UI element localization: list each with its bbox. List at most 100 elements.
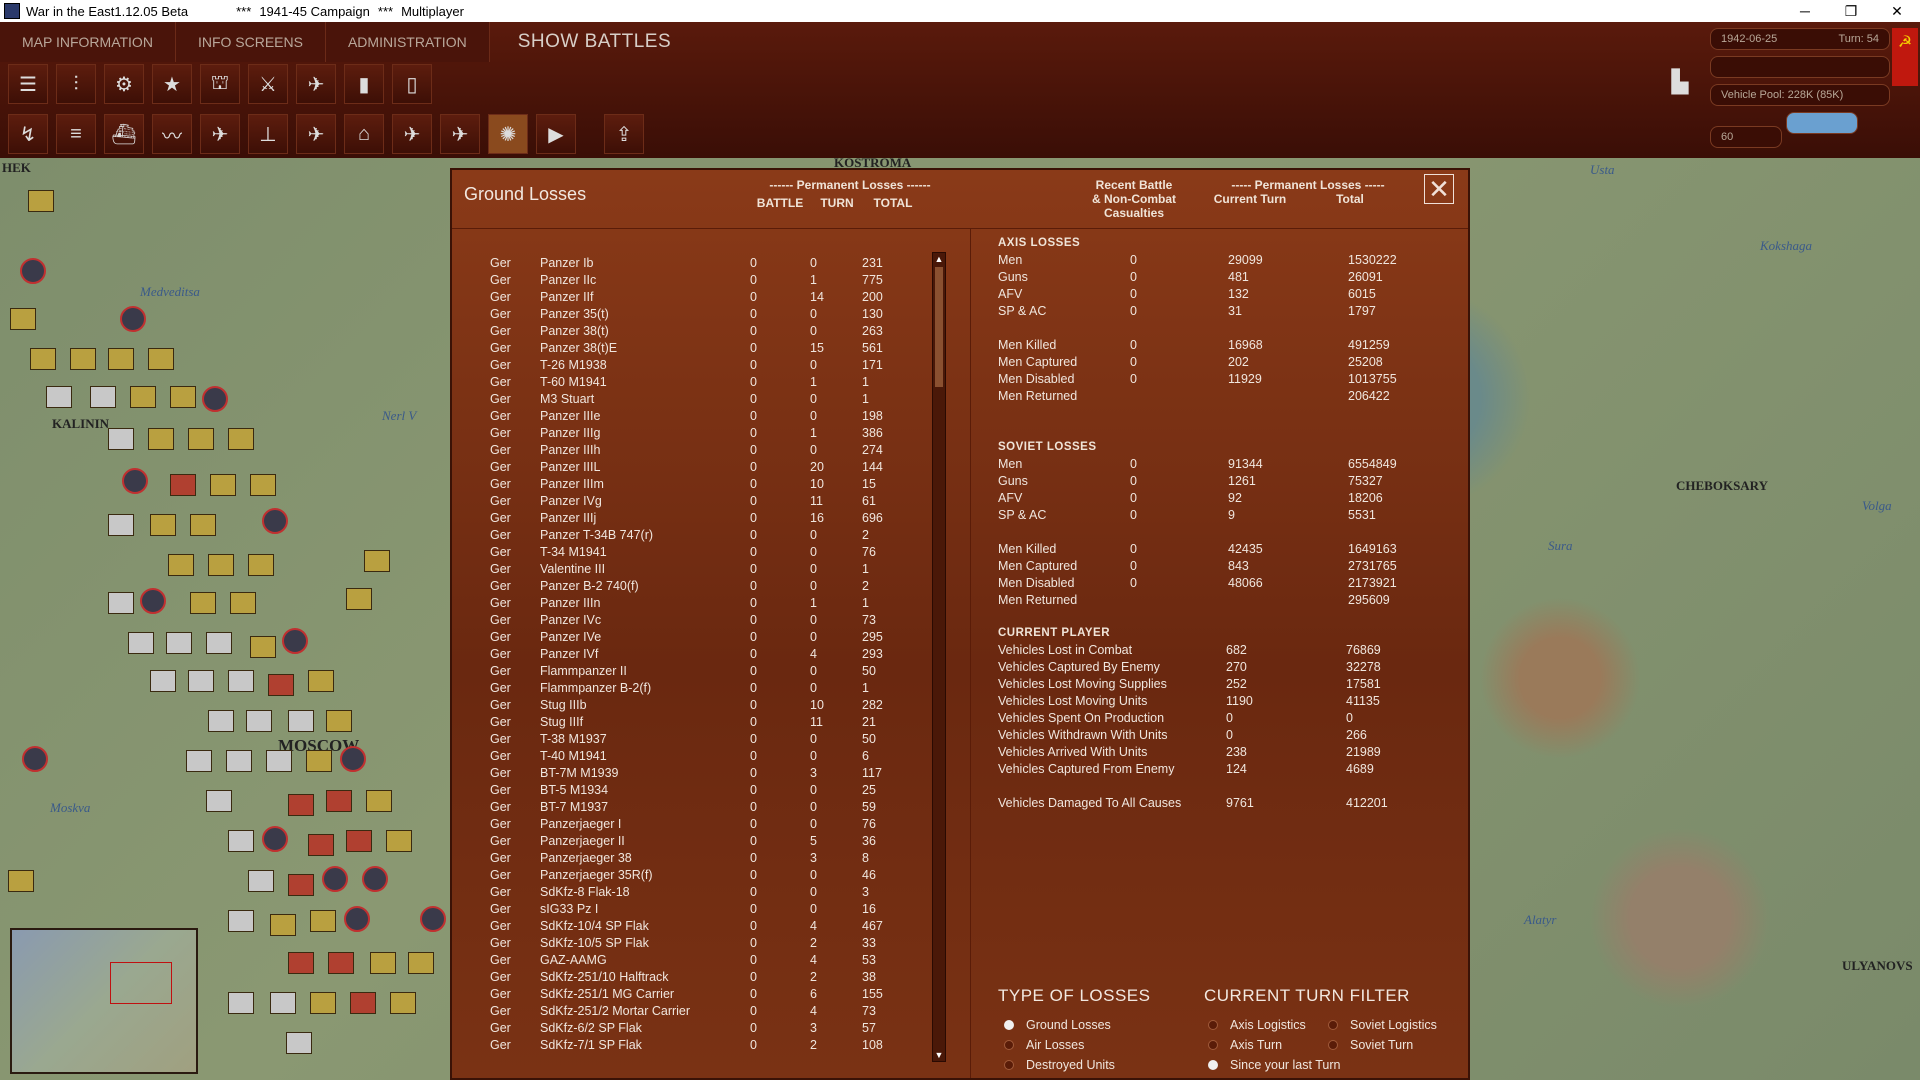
table-row[interactable]: Ger T-34 M1941 0 0 76: [490, 543, 940, 560]
soviet-unit-counter[interactable]: [128, 632, 154, 654]
soviet-unit-counter[interactable]: [208, 710, 234, 732]
german-unit-counter[interactable]: [150, 514, 176, 536]
hq-unit-marker[interactable]: [322, 866, 348, 892]
hq-icon[interactable]: ⛫: [200, 64, 240, 104]
radio-dot[interactable]: [1208, 1060, 1218, 1070]
soviet-unit-counter[interactable]: [228, 830, 254, 852]
soviet-unit-counter[interactable]: [206, 790, 232, 812]
soviet-unit-counter[interactable]: [248, 870, 274, 892]
soviet-unit-counter[interactable]: [150, 670, 176, 692]
table-row[interactable]: Ger Panzer B-2 740(f) 0 0 2: [490, 577, 940, 594]
table-row[interactable]: Ger Panzerjaeger I 0 0 76: [490, 815, 940, 832]
radio-since-last-turn[interactable]: Since your last Turn: [1208, 1058, 1340, 1072]
hq-unit-marker[interactable]: [122, 468, 148, 494]
radio-dot[interactable]: [1004, 1060, 1014, 1070]
soviet-unit-counter[interactable]: [246, 710, 272, 732]
german-unit-counter[interactable]: [148, 428, 174, 450]
soviet-unit-counter[interactable]: [228, 910, 254, 932]
german-unit-counter[interactable]: [310, 992, 336, 1014]
german-unit-counter[interactable]: [248, 554, 274, 576]
german-unit-counter[interactable]: [230, 592, 256, 614]
table-row[interactable]: Ger T-60 M1941 0 1 1: [490, 373, 940, 390]
hq-unit-marker[interactable]: [362, 866, 388, 892]
german-unit-counter[interactable]: [250, 474, 276, 496]
table-row[interactable]: Ger BT-5 M1934 0 0 25: [490, 781, 940, 798]
river-icon[interactable]: 〰: [152, 114, 192, 154]
air-attack-icon[interactable]: ✈: [200, 114, 240, 154]
table-row[interactable]: Ger SdKfz-6/2 SP Flak 0 3 57: [490, 1019, 940, 1036]
hq-unit-marker[interactable]: [262, 508, 288, 534]
tab-map-information[interactable]: MAP INFORMATION: [0, 22, 176, 62]
soviet-unit-counter[interactable]: [288, 710, 314, 732]
german-unit-counter[interactable]: [168, 554, 194, 576]
german-unit-counter[interactable]: [130, 386, 156, 408]
soviet-unit-counter[interactable]: [270, 992, 296, 1014]
german-unit-counter[interactable]: [208, 554, 234, 576]
naval-icon[interactable]: ⛴: [104, 114, 144, 154]
german-unit-counter[interactable]: [364, 550, 390, 572]
soviet-unit-counter[interactable]: [286, 1032, 312, 1054]
table-row[interactable]: GerSdKfz 231 Armored Car03172: [490, 1053, 940, 1054]
hq-unit-marker[interactable]: [262, 826, 288, 852]
radio-soviet-logistics[interactable]: Soviet Logistics: [1328, 1018, 1437, 1032]
table-row[interactable]: Ger Flammpanzer B-2(f) 0 0 1: [490, 679, 940, 696]
table-row[interactable]: Ger Panzerjaeger 35R(f) 0 0 46: [490, 866, 940, 883]
battle-explosion-icon[interactable]: ✺: [488, 114, 528, 154]
play-icon[interactable]: ▶: [536, 114, 576, 154]
table-row[interactable]: Ger Panzer IIIn 0 1 1: [490, 594, 940, 611]
german-unit-counter[interactable]: [288, 952, 314, 974]
close-dialog-button[interactable]: ✕: [1424, 174, 1454, 204]
table-row[interactable]: Ger BT-7 M1937 0 0 59: [490, 798, 940, 815]
table-row[interactable]: Ger SdKfz-251/10 Halftrack 0 2 38: [490, 968, 940, 985]
german-unit-counter[interactable]: [328, 952, 354, 974]
restore-button[interactable]: ❐: [1828, 0, 1874, 22]
soviet-unit-counter[interactable]: [186, 750, 212, 772]
soviet-unit-counter[interactable]: [188, 670, 214, 692]
gear-icon[interactable]: ⚙: [104, 64, 144, 104]
german-unit-counter[interactable]: [228, 428, 254, 450]
table-row[interactable]: Ger Stug IIIf 0 11 21: [490, 713, 940, 730]
soviet-unit-counter[interactable]: [228, 992, 254, 1014]
upload-icon[interactable]: ⇪: [604, 114, 644, 154]
table-row[interactable]: Ger Panzer IIIL 0 20 144: [490, 458, 940, 475]
table-row[interactable]: Ger Panzerjaeger 38 0 3 8: [490, 849, 940, 866]
hq-unit-marker[interactable]: [202, 386, 228, 412]
table-row[interactable]: Ger Panzer 35(t) 0 0 130: [490, 305, 940, 322]
table-row[interactable]: Ger Panzer IIIh 0 0 274: [490, 441, 940, 458]
hq-unit-marker[interactable]: [282, 628, 308, 654]
table-row[interactable]: Ger Panzer IIc 0 1 775: [490, 271, 940, 288]
table-row[interactable]: Ger Panzer T-34B 747(r) 0 0 2: [490, 526, 940, 543]
german-unit-counter[interactable]: [370, 952, 396, 974]
table-row[interactable]: Ger Panzer IVg 0 11 61: [490, 492, 940, 509]
tab-info-screens[interactable]: INFO SCREENS: [175, 22, 326, 62]
german-unit-counter[interactable]: [386, 830, 412, 852]
table-row[interactable]: Ger Panzer IIIe 0 0 198: [490, 407, 940, 424]
german-unit-counter[interactable]: [170, 386, 196, 408]
radio-air-losses[interactable]: Air Losses: [1004, 1038, 1084, 1052]
air-transfer-icon[interactable]: ✈: [296, 114, 336, 154]
table-row[interactable]: Ger Panzer IIIm 0 10 15: [490, 475, 940, 492]
air-recon-icon[interactable]: ✈: [392, 114, 432, 154]
german-unit-counter[interactable]: [170, 474, 196, 496]
table-row[interactable]: Ger Valentine III 0 0 1: [490, 560, 940, 577]
radio-axis-turn[interactable]: Axis Turn: [1208, 1038, 1282, 1052]
german-unit-counter[interactable]: [366, 790, 392, 812]
table-row[interactable]: Ger GAZ-AAMG 0 4 53: [490, 951, 940, 968]
fuel-icon[interactable]: ▮: [344, 64, 384, 104]
soviet-unit-counter[interactable]: [46, 386, 72, 408]
soviet-unit-counter[interactable]: [228, 670, 254, 692]
crossed-swords-icon[interactable]: ⚔: [248, 64, 288, 104]
german-unit-counter[interactable]: [350, 992, 376, 1014]
soviet-unit-counter[interactable]: [206, 632, 232, 654]
german-unit-counter[interactable]: [190, 514, 216, 536]
german-unit-counter[interactable]: [210, 474, 236, 496]
table-row[interactable]: Ger Panzer IVe 0 0 295: [490, 628, 940, 645]
table-row[interactable]: Ger Panzer Ib 0 0 231: [490, 254, 940, 271]
radio-axis-logistics[interactable]: Axis Logistics: [1208, 1018, 1306, 1032]
soviet-unit-counter[interactable]: [266, 750, 292, 772]
table-row[interactable]: Ger Panzer 38(t) 0 0 263: [490, 322, 940, 339]
german-unit-counter[interactable]: [70, 348, 96, 370]
soviet-unit-counter[interactable]: [108, 514, 134, 536]
soviet-unit-counter[interactable]: [108, 592, 134, 614]
table-row[interactable]: Ger SdKfz-251/2 Mortar Carrier 0 4 73: [490, 1002, 940, 1019]
